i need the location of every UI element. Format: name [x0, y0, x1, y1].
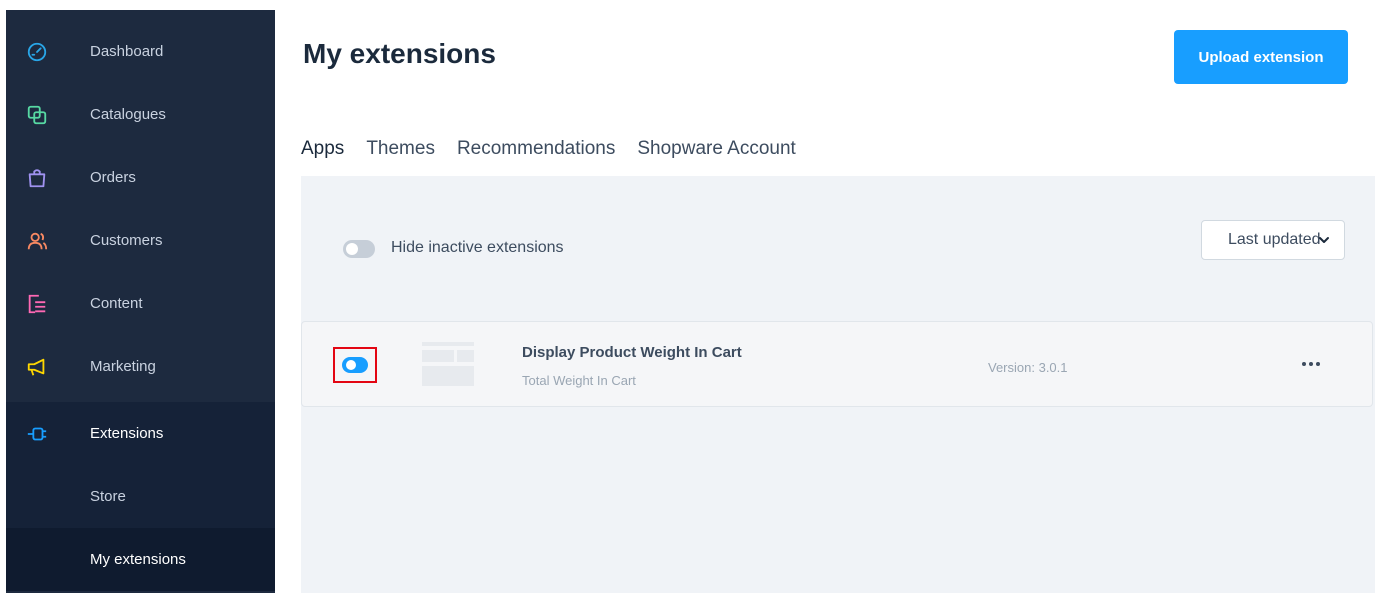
sidebar-item-label: Content [90, 295, 143, 312]
extension-version: Version: 3.0.1 [988, 360, 1068, 375]
sidebar-item-label: Customers [90, 232, 163, 249]
tab-recommendations[interactable]: Recommendations [457, 138, 615, 178]
toggle-knob [346, 360, 356, 370]
tab-apps[interactable]: Apps [301, 138, 345, 178]
sidebar-item-customers[interactable]: Customers [6, 209, 275, 272]
sidebar-item-extensions[interactable]: Extensions [6, 402, 275, 465]
sidebar: Dashboard Catalogues Orders Customers Co… [6, 10, 275, 593]
sidebar-item-orders[interactable]: Orders [6, 146, 275, 209]
tab-themes[interactable]: Themes [366, 138, 435, 178]
sidebar-item-label: Extensions [90, 425, 164, 442]
tab-bar: Apps Themes Recommendations Shopware Acc… [301, 138, 818, 178]
plug-icon [27, 427, 47, 440]
sidebar-item-label: Orders [90, 169, 136, 186]
sidebar-item-label: Catalogues [90, 106, 166, 123]
sidebar-item-catalogues[interactable]: Catalogues [6, 83, 275, 146]
sidebar-item-label: Dashboard [90, 43, 164, 60]
sidebar-item-marketing[interactable]: Marketing [6, 335, 275, 398]
extension-placeholder-image [422, 342, 474, 386]
extension-active-toggle[interactable] [342, 357, 368, 373]
page-title: My extensions [303, 38, 496, 69]
sidebar-item-content[interactable]: Content [6, 272, 275, 335]
sidebar-item-label: Marketing [90, 358, 156, 375]
extension-name: Display Product Weight In Cart [522, 344, 742, 361]
sidebar-item-label: My extensions [90, 551, 186, 568]
chevron-down-icon [1319, 237, 1329, 243]
sort-select[interactable]: Last updated [1201, 220, 1345, 260]
catalog-icon [27, 105, 47, 124]
sidebar-subitem-store[interactable]: Store [6, 465, 275, 528]
toggle-knob [346, 243, 358, 255]
sidebar-item-label: Store [90, 488, 126, 505]
sidebar-subitem-my-extensions[interactable]: My extensions [6, 528, 275, 591]
highlight-box [333, 347, 377, 383]
hide-inactive-label: Hide inactive extensions [391, 239, 564, 256]
tab-shopware-account[interactable]: Shopware Account [637, 138, 795, 178]
more-options-icon[interactable] [1300, 356, 1322, 372]
main-content: My extensions Upload extension Apps Them… [275, 0, 1375, 593]
content-icon [28, 294, 46, 313]
extension-card: Display Product Weight In Cart Total Wei… [301, 321, 1373, 407]
sidebar-item-dashboard[interactable]: Dashboard [6, 20, 275, 83]
megaphone-icon [27, 358, 45, 376]
gauge-icon [27, 42, 47, 61]
extensions-list-area: Hide inactive extensions Last updated Di… [301, 176, 1375, 593]
shopping-bag-icon [28, 168, 46, 187]
users-icon [27, 232, 48, 249]
sort-selected-value: Last updated [1228, 231, 1321, 248]
hide-inactive-toggle[interactable] [343, 240, 375, 258]
extension-description: Total Weight In Cart [522, 373, 636, 388]
upload-extension-button[interactable]: Upload extension [1174, 30, 1348, 84]
